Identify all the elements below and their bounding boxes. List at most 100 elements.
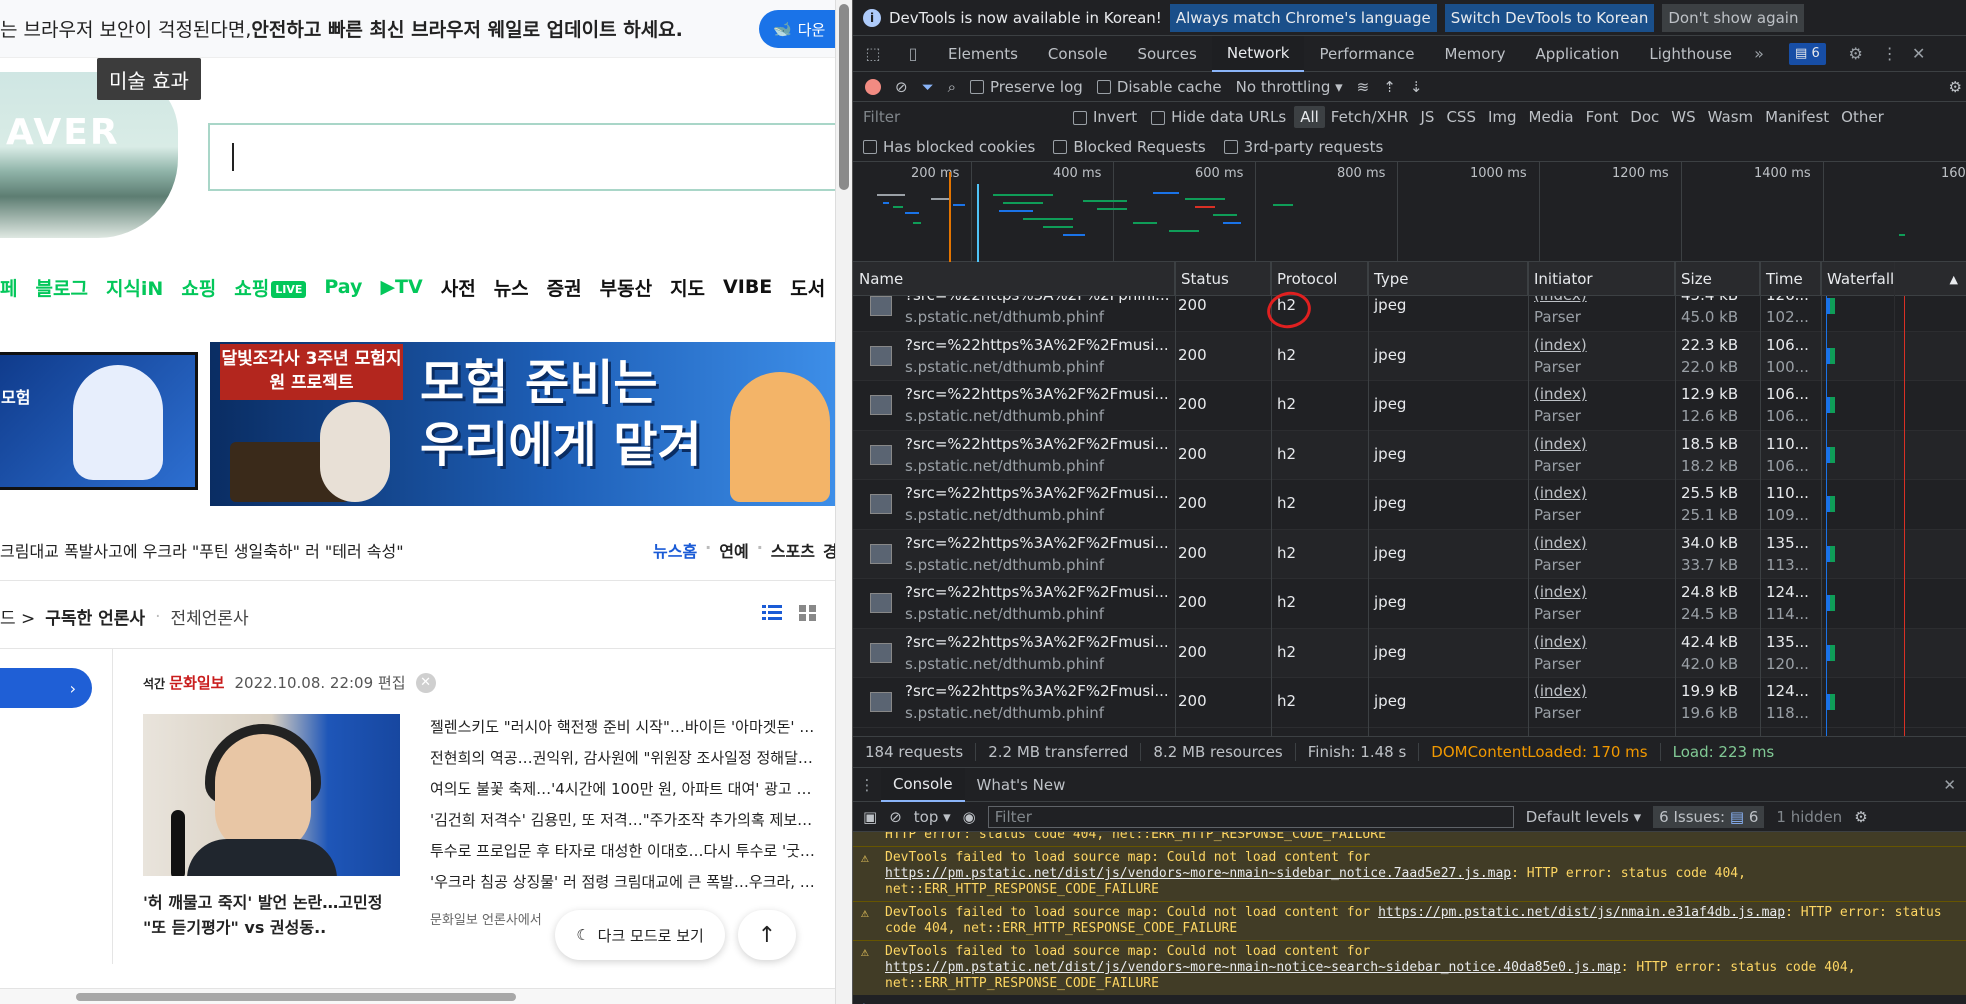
settings-gear-icon[interactable]: ⚙ (1836, 36, 1876, 72)
clear-console-icon[interactable]: ⊘ (889, 808, 902, 826)
news-more-link[interactable]: 경 (823, 538, 835, 562)
type-filter-other[interactable]: Other (1835, 106, 1890, 128)
console-prompt[interactable]: › (853, 995, 1966, 1004)
headline-item[interactable]: 여의도 불꽃 축제…'4시간에 100만 원, 아파트 대여' 광고 … (430, 774, 830, 805)
type-filter-css[interactable]: CSS (1440, 106, 1482, 128)
news-photo[interactable] (143, 714, 400, 876)
nav-item-shopping-live[interactable]: 쇼핑 LIVE (234, 274, 307, 301)
tab-network[interactable]: Network (1211, 35, 1305, 72)
request-initiator-link[interactable]: (index) (1534, 336, 1587, 354)
close-icon[interactable]: ✕ (1904, 36, 1934, 72)
network-conditions-icon[interactable]: ≋ (1357, 78, 1370, 96)
more-tabs-icon[interactable]: » (1747, 36, 1771, 72)
request-name[interactable]: ?src=%22https%3A%2F%2Fmusi... (905, 682, 1177, 700)
tab-performance[interactable]: Performance (1304, 36, 1429, 72)
type-filter-ws[interactable]: WS (1665, 106, 1701, 128)
nav-item-blog[interactable]: 블로그 (35, 274, 87, 301)
ad-banner-small[interactable]: 모험 (0, 352, 198, 490)
console-warning-message[interactable]: HTTP error: status code 404, net::ERR_HT… (853, 832, 1966, 846)
nav-item-dictionary[interactable]: 사전 (441, 274, 476, 301)
type-filter-media[interactable]: Media (1523, 106, 1580, 128)
tab-sources[interactable]: Sources (1122, 36, 1211, 72)
nav-item-kin[interactable]: 지식iN (106, 274, 163, 301)
request-name[interactable]: ?src=%22https%3A%2F%2Fmusi... (905, 583, 1177, 601)
search-input[interactable] (208, 123, 835, 191)
nav-item-realestate[interactable]: 부동산 (600, 274, 652, 301)
type-filter-font[interactable]: Font (1580, 106, 1625, 128)
nav-item-news[interactable]: 뉴스 (494, 274, 529, 301)
request-row[interactable]: ?src=%22https%3A%2F%2Fmusi... s.pstatic.n… (853, 579, 1966, 629)
request-initiator-link[interactable]: (index) (1534, 534, 1587, 552)
drawer-tab-whats-new[interactable]: What's New (965, 768, 1078, 802)
tab-memory[interactable]: Memory (1430, 36, 1521, 72)
blocked-cookies-checkbox[interactable]: Has blocked cookies (863, 138, 1035, 156)
headline-item[interactable]: '우크라 침공 상징물' 러 점령 크림대교에 큰 폭발…우크라, … (430, 867, 830, 898)
request-row[interactable]: ?src=%22https%3A%2F%2Fmusi... s.pstatic.n… (853, 529, 1966, 579)
news-sports-link[interactable]: 스포츠 (771, 538, 815, 562)
unsubscribe-close-icon[interactable]: ✕ (415, 672, 436, 693)
news-home-link[interactable]: 뉴스홈 (653, 538, 697, 562)
subscribed-press-tab[interactable]: 구독한 언론사 (45, 604, 145, 629)
nav-item-vibe[interactable]: VIBE (723, 276, 772, 298)
request-initiator-link[interactable]: (index) (1534, 385, 1587, 403)
issues-badge[interactable]: ▤ 6 (1789, 42, 1826, 65)
nav-item[interactable]: 페 (0, 274, 17, 301)
headline-item[interactable]: 전현희의 역공…권익위, 감사원에 "위원장 조사일정 정해달… (430, 743, 830, 774)
preserve-log-checkbox[interactable]: Preserve log (970, 78, 1083, 96)
request-name[interactable]: ?src=%22https%3A%2F%2Fmusi... (905, 484, 1177, 502)
drawer-tab-console[interactable]: Console (881, 767, 965, 802)
column-time-header[interactable]: Time (1760, 262, 1821, 296)
log-levels-select[interactable]: Default levels ▾ (1526, 808, 1641, 826)
request-initiator-link[interactable]: (index) (1534, 682, 1587, 700)
request-row[interactable]: ?src=%22https%3A%2F%2Fmusi... s.pstatic.n… (853, 430, 1966, 480)
match-language-button[interactable]: Always match Chrome's language (1169, 3, 1437, 32)
dark-mode-button[interactable]: ☾ 다크 모드로 보기 (555, 910, 725, 960)
type-filter-doc[interactable]: Doc (1624, 106, 1665, 128)
news-ticker-headline[interactable]: 크림대교 폭발사고에 우크라 "푸틴 생일축하" 러 "테러 속성" (0, 542, 404, 561)
record-icon[interactable] (865, 78, 881, 95)
request-row[interactable]: ?src=%22https%3A%2F%2Fmusi... s.pstatic.n… (853, 678, 1966, 728)
sidebar-toggle-icon[interactable]: ▣ (863, 808, 877, 826)
tab-console[interactable]: Console (1033, 36, 1123, 72)
console-settings-icon[interactable]: ⚙ (1854, 808, 1867, 826)
type-filter-js[interactable]: JS (1415, 106, 1441, 128)
scrollbar-thumb[interactable] (839, 4, 849, 190)
nav-item-tv[interactable]: ▶TV (380, 276, 422, 298)
source-map-link[interactable]: https://pm.pstatic.net/dist/js/vendors~m… (885, 866, 1511, 881)
device-toolbar-icon[interactable]: ▯ (893, 36, 933, 72)
export-har-icon[interactable]: ⇣ (1410, 78, 1423, 96)
clear-icon[interactable]: ⊘ (895, 78, 908, 96)
source-map-link[interactable]: https://pm.pstatic.net/dist/js/nmain.e31… (1378, 905, 1785, 920)
nav-item-pay[interactable]: Pay (324, 276, 362, 298)
type-filter-all[interactable]: All (1294, 106, 1325, 128)
disable-cache-checkbox[interactable]: Disable cache (1096, 78, 1222, 96)
column-size-header[interactable]: Size (1675, 262, 1760, 296)
context-select[interactable]: top ▾ (914, 808, 951, 826)
news-ent-link[interactable]: 연예 (719, 538, 748, 562)
tab-application[interactable]: Application (1521, 36, 1635, 72)
search-icon[interactable]: ⌕ (948, 78, 956, 96)
all-press-tab[interactable]: 전체언론사 (170, 604, 248, 629)
page-vertical-scrollbar[interactable] (835, 0, 852, 1004)
network-settings-icon[interactable]: ⚙ (1949, 78, 1962, 96)
column-type-header[interactable]: Type (1368, 262, 1528, 296)
request-initiator-link[interactable]: (index) (1534, 435, 1587, 453)
hide-data-urls-checkbox[interactable]: Hide data URLs (1151, 108, 1286, 126)
column-status-header[interactable]: Status (1175, 262, 1271, 296)
drawer-menu-icon[interactable]: ⋮ (853, 776, 881, 794)
filter-funnel-icon[interactable]: ⏷ (922, 78, 934, 96)
request-row[interactable]: ?src=%22https%3A%2F%2Fmusi... s.pstatic.n… (853, 381, 1966, 431)
switch-korean-button[interactable]: Switch DevTools to Korean (1444, 3, 1655, 32)
horizontal-scrollbar[interactable] (0, 988, 835, 1004)
request-name[interactable]: ?src=%22https%3A%2F%2Fmusi... (905, 633, 1177, 651)
invert-checkbox[interactable]: Invert (1073, 108, 1137, 126)
type-filter-fetch[interactable]: Fetch/XHR (1325, 106, 1415, 128)
source-map-link[interactable]: https://pm.pstatic.net/dist/js/vendors~m… (885, 960, 1621, 975)
photo-caption[interactable]: '허 깨물고 죽지' 발언 논란…고민정 "또 듣기평가" vs 권성동.. (143, 890, 408, 940)
import-har-icon[interactable]: ⇡ (1383, 78, 1396, 96)
request-row[interactable]: ?src=%22https%3A%2F%2Fmusi... s.pstatic.n… (853, 331, 1966, 381)
request-row[interactable]: ?src=%22https%3A%2F%2Fphinf... s.pstatic.… (853, 296, 1966, 332)
column-name-header[interactable]: Name (853, 262, 1175, 296)
third-party-checkbox[interactable]: 3rd-party requests (1223, 138, 1383, 156)
press-more-link[interactable]: 문화일보 언론사에서 (430, 909, 542, 928)
